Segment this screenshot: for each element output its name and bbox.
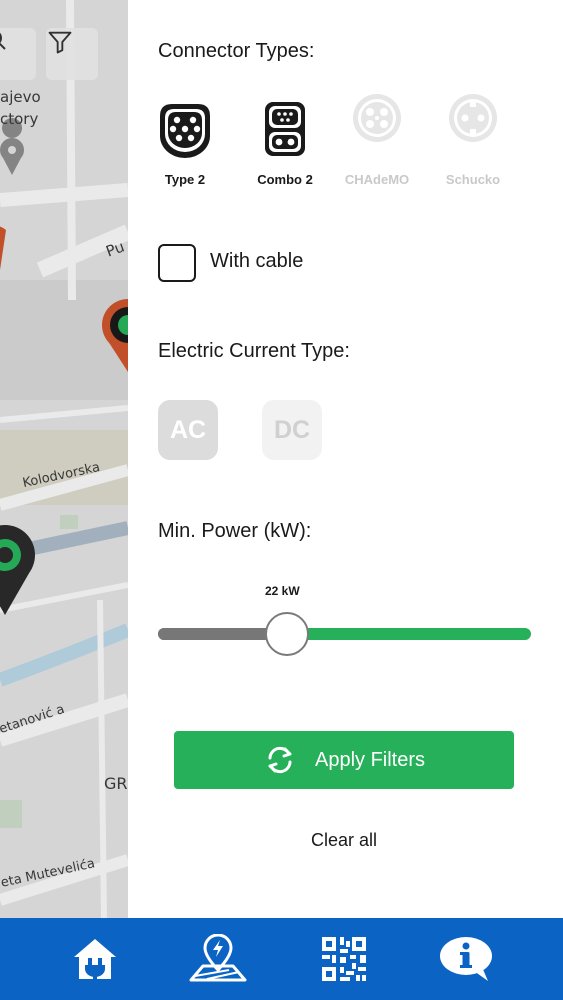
power-slider-thumb[interactable] bbox=[264, 612, 309, 656]
connector-types-title: Connector Types: bbox=[158, 40, 315, 62]
chademo-plug-icon bbox=[353, 94, 401, 142]
connector-chademo[interactable]: CHAdeMO bbox=[332, 94, 422, 187]
connector-combo2[interactable]: Combo 2 bbox=[240, 98, 330, 187]
connector-schuko[interactable]: Schucko bbox=[428, 94, 518, 187]
apply-filters-button[interactable]: Apply Filters bbox=[174, 731, 514, 789]
apply-filters-label: Apply Filters bbox=[314, 748, 426, 771]
current-type-title: Electric Current Type: bbox=[158, 340, 350, 362]
power-slider-track[interactable] bbox=[158, 628, 531, 640]
nav-map[interactable] bbox=[158, 918, 278, 1000]
info-chat-icon bbox=[440, 937, 492, 981]
current-dc-button[interactable]: DC bbox=[262, 400, 322, 460]
qr-code-icon bbox=[322, 937, 366, 981]
type2-plug-icon bbox=[160, 104, 210, 158]
map-view[interactable]: ajevo ctory Pu Kolodvorska etanović a GR… bbox=[0, 0, 128, 918]
nav-info[interactable] bbox=[406, 918, 526, 1000]
connector-label: CHAdeMO bbox=[344, 172, 410, 187]
connector-label: Type 2 bbox=[164, 172, 206, 187]
home-charger-icon bbox=[74, 939, 116, 979]
connector-label: Schucko bbox=[445, 172, 501, 187]
with-cable-label[interactable]: With cable bbox=[210, 250, 303, 273]
nav-qr[interactable] bbox=[284, 918, 404, 1000]
filter-panel: Connector Types: Type 2 Combo 2 CHAdeMO … bbox=[128, 0, 563, 918]
bottom-nav bbox=[0, 918, 563, 1000]
map-location-icon bbox=[189, 934, 247, 982]
map-overlay[interactable] bbox=[0, 0, 128, 918]
power-value-label: 22 kW bbox=[265, 584, 300, 598]
nav-home[interactable] bbox=[35, 918, 155, 1000]
min-power-title: Min. Power (kW): bbox=[158, 520, 312, 542]
connector-label: Combo 2 bbox=[257, 172, 313, 187]
schuko-plug-icon bbox=[449, 94, 497, 142]
refresh-icon bbox=[268, 746, 292, 774]
with-cable-checkbox[interactable] bbox=[158, 244, 196, 282]
current-ac-button[interactable]: AC bbox=[158, 400, 218, 460]
clear-all-button[interactable]: Clear all bbox=[128, 830, 560, 851]
combo2-plug-icon bbox=[265, 102, 305, 156]
connector-type2[interactable]: Type 2 bbox=[140, 98, 230, 187]
